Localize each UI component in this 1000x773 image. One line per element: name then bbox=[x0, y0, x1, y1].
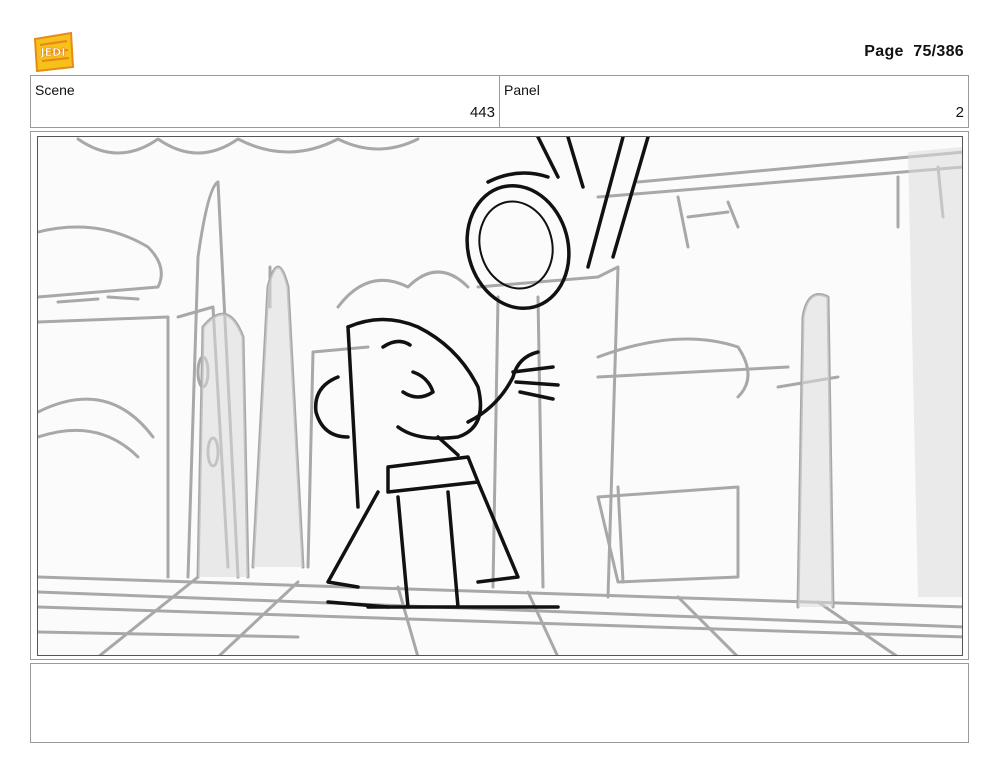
page-number: Page 75/386 bbox=[864, 43, 964, 61]
panel-value: 2 bbox=[955, 104, 964, 121]
panel-cell: Panel 2 bbox=[500, 76, 968, 127]
page-label: Page bbox=[864, 43, 904, 60]
shot-info-row: Scene 443 Panel 2 bbox=[30, 75, 969, 128]
page-value: 75/386 bbox=[913, 43, 964, 60]
scene-label: Scene bbox=[35, 82, 75, 98]
svg-text:JEDI: JEDI bbox=[40, 46, 66, 59]
storyboard-panel-image bbox=[37, 136, 963, 656]
panel-label: Panel bbox=[504, 82, 540, 98]
panel-notes-box bbox=[30, 663, 969, 743]
scene-value: 443 bbox=[469, 104, 495, 121]
show-logo: JEDI bbox=[31, 31, 75, 73]
scene-cell: Scene 443 bbox=[31, 76, 500, 127]
